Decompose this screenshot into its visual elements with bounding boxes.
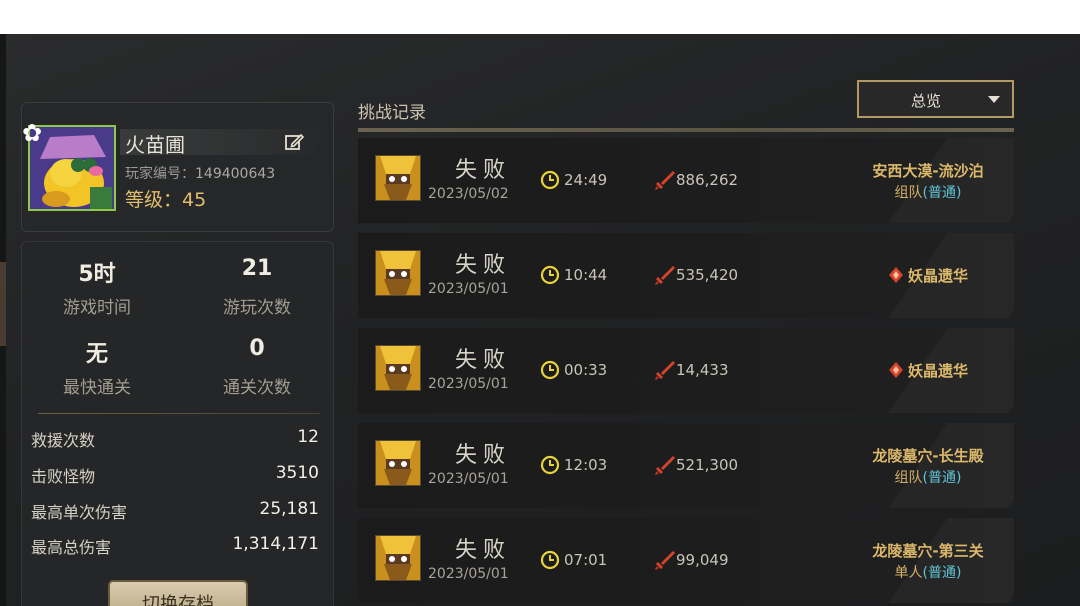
result-text: 失败	[454, 443, 511, 468]
record-damage: 535,420	[676, 266, 739, 284]
hero-portrait	[375, 250, 421, 296]
record-date: 2023/05/01	[428, 281, 509, 297]
record-difficulty: (普通)	[922, 185, 962, 201]
record-location: 安西大漠-流沙泊	[872, 162, 984, 180]
record-location: 妖晶遗华	[828, 265, 1014, 286]
record-date: 2023/05/01	[428, 471, 509, 487]
record-damage: 99,049	[676, 551, 729, 569]
chevron-down-icon	[988, 96, 1000, 103]
record-location: 龙陵墓穴-第三关	[872, 542, 984, 560]
max-single-damage-value: 25,181	[259, 499, 319, 519]
play-count-value: 21	[241, 256, 273, 281]
sword-icon	[655, 266, 675, 285]
hero-portrait	[375, 345, 421, 391]
record-mode-type: 单人	[894, 565, 923, 581]
left-edge-accent	[0, 262, 6, 346]
result-text: 失败	[454, 158, 511, 183]
record-mode: 组队(普通)	[828, 182, 1014, 202]
game-screen: ✿ 火苗圃 玩家编号：149400643 等级：45 5时 游戏时间 21 游玩…	[0, 34, 1080, 606]
clock-icon	[540, 170, 560, 190]
top-white-bar	[0, 0, 1080, 34]
record-mode: 单人(普通)	[828, 562, 1014, 582]
clear-count-label: 通关次数	[223, 378, 291, 398]
sword-icon	[655, 361, 675, 380]
clear-count-value: 0	[249, 336, 265, 361]
player-name: 火苗圃	[125, 133, 185, 157]
record-time: 00:33	[564, 361, 608, 379]
clock-icon	[540, 360, 560, 380]
rescue-count-value: 12	[297, 427, 319, 447]
record-difficulty: (普通)	[922, 565, 962, 581]
record-difficulty: (普通)	[922, 470, 962, 486]
clock-icon	[540, 550, 560, 570]
player-level-value: 45	[182, 189, 207, 211]
play-time-label: 游戏时间	[63, 298, 131, 318]
crystal-icon	[888, 362, 903, 378]
result-text: 失败	[454, 538, 511, 563]
record-date: 2023/05/02	[428, 186, 509, 202]
filter-dropdown[interactable]: 总览	[857, 80, 1014, 118]
play-time-value: 5时	[78, 262, 116, 287]
record-damage: 14,433	[676, 361, 729, 379]
edit-icon[interactable]	[284, 132, 304, 152]
record-damage: 886,262	[676, 171, 739, 189]
record-damage: 521,300	[676, 456, 739, 474]
monsters-defeated-value: 3510	[275, 463, 319, 483]
section-title: 挑战记录	[358, 103, 426, 123]
hero-portrait	[375, 535, 421, 581]
record-date: 2023/05/01	[428, 376, 509, 392]
hero-portrait	[375, 440, 421, 486]
record-row[interactable]: 失败 2023/05/01 00:33 14,433 妖晶遗华	[358, 328, 1014, 413]
record-time: 10:44	[564, 266, 608, 284]
result-text: 失败	[454, 348, 511, 373]
flower-icon: ✿	[22, 119, 43, 147]
switch-save-button[interactable]: 切换存档	[108, 580, 248, 606]
max-single-damage-label: 最高单次伤害	[31, 503, 128, 522]
fastest-clear-label: 最快通关	[63, 378, 131, 398]
hero-portrait	[375, 155, 421, 201]
divider	[38, 413, 320, 414]
record-mode-type: 组队	[894, 470, 923, 486]
fastest-clear-value: 无	[85, 342, 108, 367]
player-level-label: 等级：	[125, 189, 183, 211]
record-row[interactable]: 失败 2023/05/01 10:44 535,420 妖晶遗华	[358, 233, 1014, 318]
avatar-image	[30, 127, 114, 209]
sword-icon	[655, 456, 675, 475]
record-mode: 组队(普通)	[828, 467, 1014, 487]
record-location-text: 妖晶遗华	[907, 362, 968, 380]
record-time: 24:49	[564, 171, 608, 189]
player-level: 等级：45	[125, 185, 206, 212]
player-id-value: 149400643	[195, 166, 276, 182]
profile-card: ✿ 火苗圃 玩家编号：149400643 等级：45	[21, 102, 334, 232]
record-row[interactable]: 失败 2023/05/02 24:49 886,262 安西大漠-流沙泊 组队(…	[358, 138, 1014, 223]
crystal-icon	[888, 267, 903, 283]
record-time: 07:01	[564, 551, 608, 569]
record-row[interactable]: 失败 2023/05/01 07:01 99,049 龙陵墓穴-第三关 单人(普…	[358, 518, 1014, 603]
record-location: 龙陵墓穴-长生殿	[872, 447, 984, 465]
monsters-defeated-label: 击败怪物	[31, 467, 96, 486]
record-mode-type: 组队	[894, 185, 923, 201]
record-time: 12:03	[564, 456, 608, 474]
clock-icon	[540, 455, 560, 475]
play-count-label: 游玩次数	[223, 298, 291, 318]
result-text: 失败	[454, 253, 511, 278]
sword-icon	[655, 171, 675, 190]
filter-dropdown-label: 总览	[910, 92, 941, 110]
title-underline	[358, 128, 1014, 132]
record-location-text: 妖晶遗华	[907, 267, 968, 285]
record-row[interactable]: 失败 2023/05/01 12:03 521,300 龙陵墓穴-长生殿 组队(…	[358, 423, 1014, 508]
max-total-damage-value: 1,314,171	[232, 534, 319, 554]
sword-icon	[655, 551, 675, 570]
player-id: 玩家编号：149400643	[125, 163, 275, 183]
max-total-damage-label: 最高总伤害	[31, 538, 112, 557]
stats-card: 5时 游戏时间 21 游玩次数 无 最快通关 0 通关次数 救援次数 12 击败…	[21, 241, 334, 606]
record-date: 2023/05/01	[428, 566, 509, 582]
rescue-count-label: 救援次数	[31, 431, 96, 450]
record-location: 妖晶遗华	[828, 360, 1014, 381]
clock-icon	[540, 265, 560, 285]
player-id-label: 玩家编号：	[125, 166, 195, 182]
